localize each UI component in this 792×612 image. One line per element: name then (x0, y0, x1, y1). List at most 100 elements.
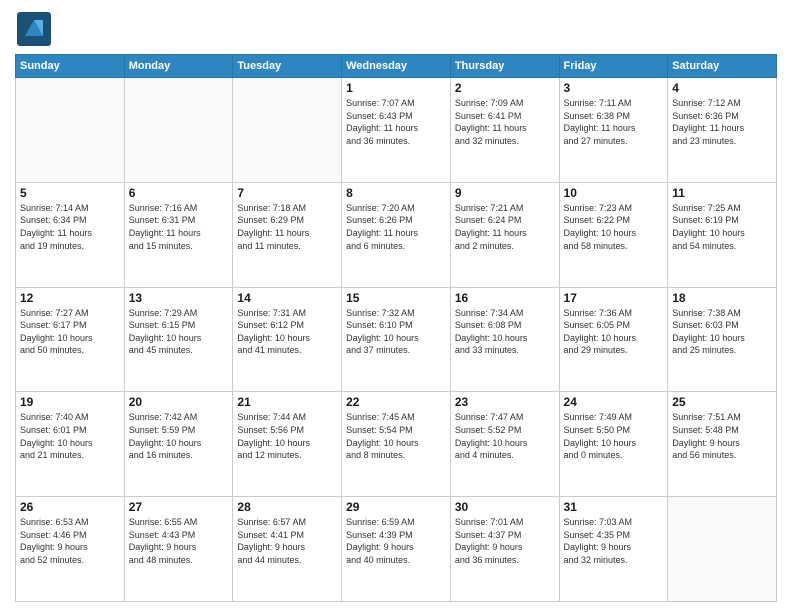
calendar-cell: 14Sunrise: 7:31 AM Sunset: 6:12 PM Dayli… (233, 287, 342, 392)
calendar-week-row: 1 Sunrise: 7:07 AM Sunset: 6:43 PM Daylig… (16, 78, 777, 183)
day-detail: Sunrise: 6:53 AM Sunset: 4:46 PM Dayligh… (20, 516, 120, 566)
day-number: 25 (672, 395, 772, 409)
header (15, 10, 777, 48)
calendar-cell: 15Sunrise: 7:32 AM Sunset: 6:10 PM Dayli… (342, 287, 451, 392)
day-number: 17 (564, 291, 664, 305)
day-detail: Sunrise: 7:21 AM Sunset: 6:24 PM Dayligh… (455, 202, 555, 252)
calendar-cell (16, 78, 125, 183)
day-detail: Sunrise: 7:32 AM Sunset: 6:10 PM Dayligh… (346, 307, 446, 357)
calendar-header: SundayMondayTuesdayWednesdayThursdayFrid… (16, 55, 777, 78)
calendar-week-row: 26 Sunrise: 6:53 AM Sunset: 4:46 PM Dayli… (16, 497, 777, 602)
calendar-cell: 9 Sunrise: 7:21 AM Sunset: 6:24 PM Daylig… (450, 182, 559, 287)
calendar-cell: 10 Sunrise: 7:23 AM Sunset: 6:22 PM Dayli… (559, 182, 668, 287)
day-detail: Sunrise: 7:47 AM Sunset: 5:52 PM Dayligh… (455, 411, 555, 461)
calendar-cell: 3Sunrise: 7:11 AM Sunset: 6:38 PM Daylig… (559, 78, 668, 183)
day-detail: Sunrise: 7:38 AM Sunset: 6:03 PM Dayligh… (672, 307, 772, 357)
day-number: 2 (455, 81, 555, 95)
day-number: 28 (237, 500, 337, 514)
calendar-cell: 27 Sunrise: 6:55 AM Sunset: 4:43 PM Dayli… (124, 497, 233, 602)
day-detail: Sunrise: 7:29 AM Sunset: 6:15 PM Dayligh… (129, 307, 229, 357)
day-detail: Sunrise: 7:23 AM Sunset: 6:22 PM Dayligh… (564, 202, 664, 252)
day-detail: Sunrise: 7:51 AM Sunset: 5:48 PM Dayligh… (672, 411, 772, 461)
day-number: 24 (564, 395, 664, 409)
day-detail: Sunrise: 7:34 AM Sunset: 6:08 PM Dayligh… (455, 307, 555, 357)
calendar-cell: 6Sunrise: 7:16 AM Sunset: 6:31 PM Daylig… (124, 182, 233, 287)
day-number: 21 (237, 395, 337, 409)
calendar-cell: 19 Sunrise: 7:40 AM Sunset: 6:01 PM Dayli… (16, 392, 125, 497)
day-number: 10 (564, 186, 664, 200)
day-detail: Sunrise: 7:18 AM Sunset: 6:29 PM Dayligh… (237, 202, 337, 252)
day-detail: Sunrise: 7:25 AM Sunset: 6:19 PM Dayligh… (672, 202, 772, 252)
calendar-cell: 4 Sunrise: 7:12 AM Sunset: 6:36 PM Daylig… (668, 78, 777, 183)
day-detail: Sunrise: 7:11 AM Sunset: 6:38 PM Dayligh… (564, 97, 664, 147)
calendar-body: 1 Sunrise: 7:07 AM Sunset: 6:43 PM Daylig… (16, 78, 777, 602)
day-number: 4 (672, 81, 772, 95)
day-detail: Sunrise: 6:55 AM Sunset: 4:43 PM Dayligh… (129, 516, 229, 566)
day-of-week-header: Tuesday (233, 55, 342, 78)
day-detail: Sunrise: 6:59 AM Sunset: 4:39 PM Dayligh… (346, 516, 446, 566)
day-number: 30 (455, 500, 555, 514)
calendar-cell: 23 Sunrise: 7:47 AM Sunset: 5:52 PM Dayli… (450, 392, 559, 497)
calendar-cell: 8 Sunrise: 7:20 AM Sunset: 6:26 PM Daylig… (342, 182, 451, 287)
calendar-cell: 28Sunrise: 6:57 AM Sunset: 4:41 PM Dayli… (233, 497, 342, 602)
logo (15, 10, 53, 48)
calendar-cell: 30 Sunrise: 7:01 AM Sunset: 4:37 PM Dayli… (450, 497, 559, 602)
calendar-cell: 21 Sunrise: 7:44 AM Sunset: 5:56 PM Dayli… (233, 392, 342, 497)
day-number: 27 (129, 500, 229, 514)
calendar-cell: 1 Sunrise: 7:07 AM Sunset: 6:43 PM Daylig… (342, 78, 451, 183)
calendar-cell (124, 78, 233, 183)
calendar-cell: 18Sunrise: 7:38 AM Sunset: 6:03 PM Dayli… (668, 287, 777, 392)
calendar-week-row: 19 Sunrise: 7:40 AM Sunset: 6:01 PM Dayli… (16, 392, 777, 497)
calendar-cell: 13 Sunrise: 7:29 AM Sunset: 6:15 PM Dayli… (124, 287, 233, 392)
day-detail: Sunrise: 7:07 AM Sunset: 6:43 PM Dayligh… (346, 97, 446, 147)
calendar-cell: 7Sunrise: 7:18 AM Sunset: 6:29 PM Daylig… (233, 182, 342, 287)
day-number: 13 (129, 291, 229, 305)
calendar-cell (233, 78, 342, 183)
day-number: 26 (20, 500, 120, 514)
day-detail: Sunrise: 7:42 AM Sunset: 5:59 PM Dayligh… (129, 411, 229, 461)
day-number: 1 (346, 81, 446, 95)
day-number: 8 (346, 186, 446, 200)
day-detail: Sunrise: 7:45 AM Sunset: 5:54 PM Dayligh… (346, 411, 446, 461)
calendar-cell (668, 497, 777, 602)
day-number: 5 (20, 186, 120, 200)
calendar-cell: 29Sunrise: 6:59 AM Sunset: 4:39 PM Dayli… (342, 497, 451, 602)
calendar-cell: 24 Sunrise: 7:49 AM Sunset: 5:50 PM Dayli… (559, 392, 668, 497)
calendar-cell: 26 Sunrise: 6:53 AM Sunset: 4:46 PM Dayli… (16, 497, 125, 602)
day-number: 23 (455, 395, 555, 409)
calendar-table: SundayMondayTuesdayWednesdayThursdayFrid… (15, 54, 777, 602)
day-detail: Sunrise: 7:49 AM Sunset: 5:50 PM Dayligh… (564, 411, 664, 461)
calendar-cell: 12 Sunrise: 7:27 AM Sunset: 6:17 PM Dayli… (16, 287, 125, 392)
day-of-week-header: Thursday (450, 55, 559, 78)
header-row: SundayMondayTuesdayWednesdayThursdayFrid… (16, 55, 777, 78)
day-detail: Sunrise: 7:31 AM Sunset: 6:12 PM Dayligh… (237, 307, 337, 357)
day-of-week-header: Monday (124, 55, 233, 78)
day-of-week-header: Wednesday (342, 55, 451, 78)
day-of-week-header: Friday (559, 55, 668, 78)
day-detail: Sunrise: 7:36 AM Sunset: 6:05 PM Dayligh… (564, 307, 664, 357)
day-detail: Sunrise: 7:16 AM Sunset: 6:31 PM Dayligh… (129, 202, 229, 252)
day-detail: Sunrise: 7:12 AM Sunset: 6:36 PM Dayligh… (672, 97, 772, 147)
calendar-cell: 17 Sunrise: 7:36 AM Sunset: 6:05 PM Dayli… (559, 287, 668, 392)
page: SundayMondayTuesdayWednesdayThursdayFrid… (0, 0, 792, 612)
day-detail: Sunrise: 7:03 AM Sunset: 4:35 PM Dayligh… (564, 516, 664, 566)
day-of-week-header: Saturday (668, 55, 777, 78)
calendar-cell: 20Sunrise: 7:42 AM Sunset: 5:59 PM Dayli… (124, 392, 233, 497)
day-detail: Sunrise: 7:27 AM Sunset: 6:17 PM Dayligh… (20, 307, 120, 357)
day-number: 19 (20, 395, 120, 409)
calendar-week-row: 5Sunrise: 7:14 AM Sunset: 6:34 PM Daylig… (16, 182, 777, 287)
day-detail: Sunrise: 7:44 AM Sunset: 5:56 PM Dayligh… (237, 411, 337, 461)
day-detail: Sunrise: 7:40 AM Sunset: 6:01 PM Dayligh… (20, 411, 120, 461)
day-detail: Sunrise: 7:20 AM Sunset: 6:26 PM Dayligh… (346, 202, 446, 252)
day-number: 22 (346, 395, 446, 409)
day-number: 12 (20, 291, 120, 305)
day-number: 11 (672, 186, 772, 200)
day-detail: Sunrise: 7:09 AM Sunset: 6:41 PM Dayligh… (455, 97, 555, 147)
calendar-cell: 2 Sunrise: 7:09 AM Sunset: 6:41 PM Daylig… (450, 78, 559, 183)
calendar-cell: 16 Sunrise: 7:34 AM Sunset: 6:08 PM Dayli… (450, 287, 559, 392)
day-detail: Sunrise: 7:01 AM Sunset: 4:37 PM Dayligh… (455, 516, 555, 566)
calendar-cell: 25 Sunrise: 7:51 AM Sunset: 5:48 PM Dayli… (668, 392, 777, 497)
calendar-cell: 22 Sunrise: 7:45 AM Sunset: 5:54 PM Dayli… (342, 392, 451, 497)
day-number: 16 (455, 291, 555, 305)
day-number: 9 (455, 186, 555, 200)
